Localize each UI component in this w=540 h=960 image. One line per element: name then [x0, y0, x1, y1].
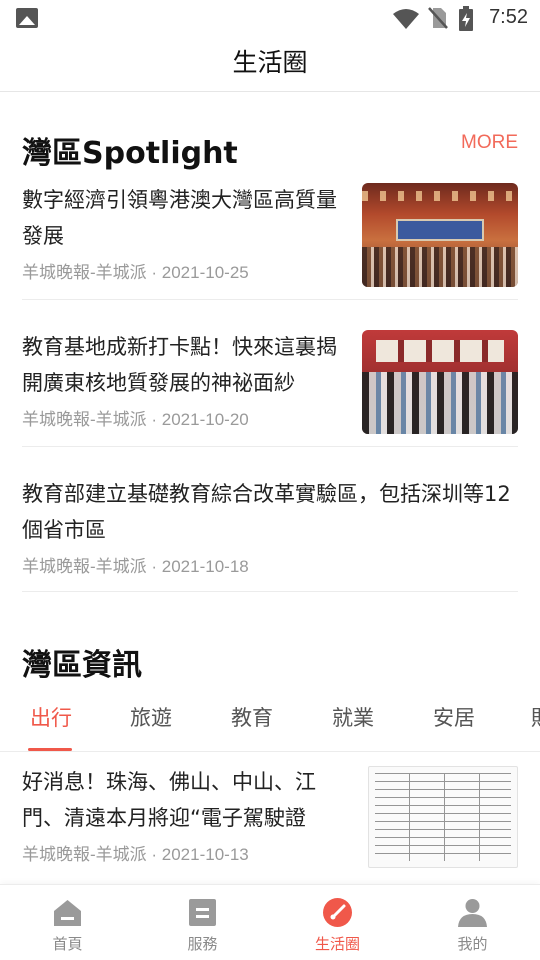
tab-housing[interactable]: 安居	[433, 702, 475, 732]
news-meta: 羊城晚報-羊城派 · 2021-10-20	[22, 410, 249, 429]
news-meta: 羊城晚報-羊城派 · 2021-10-13	[22, 845, 249, 864]
news-title: 數字經濟引領粵港澳大灣區高質量發展	[22, 188, 337, 248]
nav-profile[interactable]: 我的	[405, 885, 540, 960]
news-meta: 羊城晚報-羊城派 · 2021-10-25	[22, 263, 249, 282]
spotlight-news-item[interactable]: 教育基地成新打卡點！快來這裏揭開廣東核地質發展的神祕面紗 羊城晚報-羊城派 · …	[22, 329, 518, 447]
tab-tourism[interactable]: 旅遊	[130, 702, 172, 732]
active-tab-indicator	[28, 748, 72, 751]
status-bar: 7:52	[0, 0, 540, 36]
news-thumbnail	[362, 330, 518, 434]
news-title: 教育部建立基礎教育綜合改革實驗區，包括深圳等12個省市區	[22, 482, 511, 542]
profile-icon	[458, 899, 487, 927]
tab-employment[interactable]: 就業	[332, 702, 374, 732]
top-app-bar: 生活圈	[0, 36, 540, 92]
category-tabs: 出行 旅遊 教育 就業 安居 財	[0, 692, 540, 752]
spotlight-heading: 灣區Spotlight	[22, 136, 238, 171]
status-time: 7:52	[489, 6, 528, 28]
more-link[interactable]: MORE	[461, 132, 518, 154]
home-icon	[54, 900, 81, 926]
nav-label: 生活圈	[314, 935, 360, 953]
news-title: 教育基地成新打卡點！快來這裏揭開廣東核地質發展的神祕面紗	[22, 335, 337, 395]
news-info-item[interactable]: 好消息！珠海、佛山、中山、江門、清遠本月將迎“電子駕駛證 羊城晚報-羊城派 · …	[22, 764, 518, 882]
news-meta: 羊城晚報-羊城派 · 2021-10-18	[22, 557, 249, 576]
nav-label: 我的	[457, 935, 488, 953]
spotlight-news-item[interactable]: 教育部建立基礎教育綜合改革實驗區，包括深圳等12個省市區 羊城晚報-羊城派 · …	[22, 476, 518, 592]
tab-travel[interactable]: 出行	[30, 702, 72, 732]
wifi-icon	[393, 9, 419, 29]
bottom-navigation: 首頁 服務 生活圈 我的	[0, 884, 540, 960]
nav-home[interactable]: 首頁	[0, 885, 135, 960]
tab-finance[interactable]: 財	[531, 702, 540, 732]
news-title: 好消息！珠海、佛山、中山、江門、清遠本月將迎“電子駕駛證	[22, 770, 316, 830]
news-info-heading: 灣區資訊	[22, 648, 142, 683]
battery-charging-icon	[459, 6, 473, 31]
service-icon	[189, 899, 216, 926]
nav-life-circle[interactable]: 生活圈	[270, 885, 405, 960]
life-circle-icon	[323, 898, 352, 927]
nav-label: 服務	[187, 935, 218, 953]
spotlight-news-item[interactable]: 數字經濟引領粵港澳大灣區高質量發展 羊城晚報-羊城派 · 2021-10-25	[22, 182, 518, 300]
tab-education[interactable]: 教育	[231, 702, 273, 732]
nav-service[interactable]: 服務	[135, 885, 270, 960]
image-notification-icon	[16, 8, 38, 28]
no-sim-icon	[428, 7, 448, 29]
nav-label: 首頁	[52, 935, 83, 953]
news-thumbnail	[368, 766, 518, 868]
page-title: 生活圈	[232, 48, 308, 77]
news-thumbnail	[362, 183, 518, 287]
